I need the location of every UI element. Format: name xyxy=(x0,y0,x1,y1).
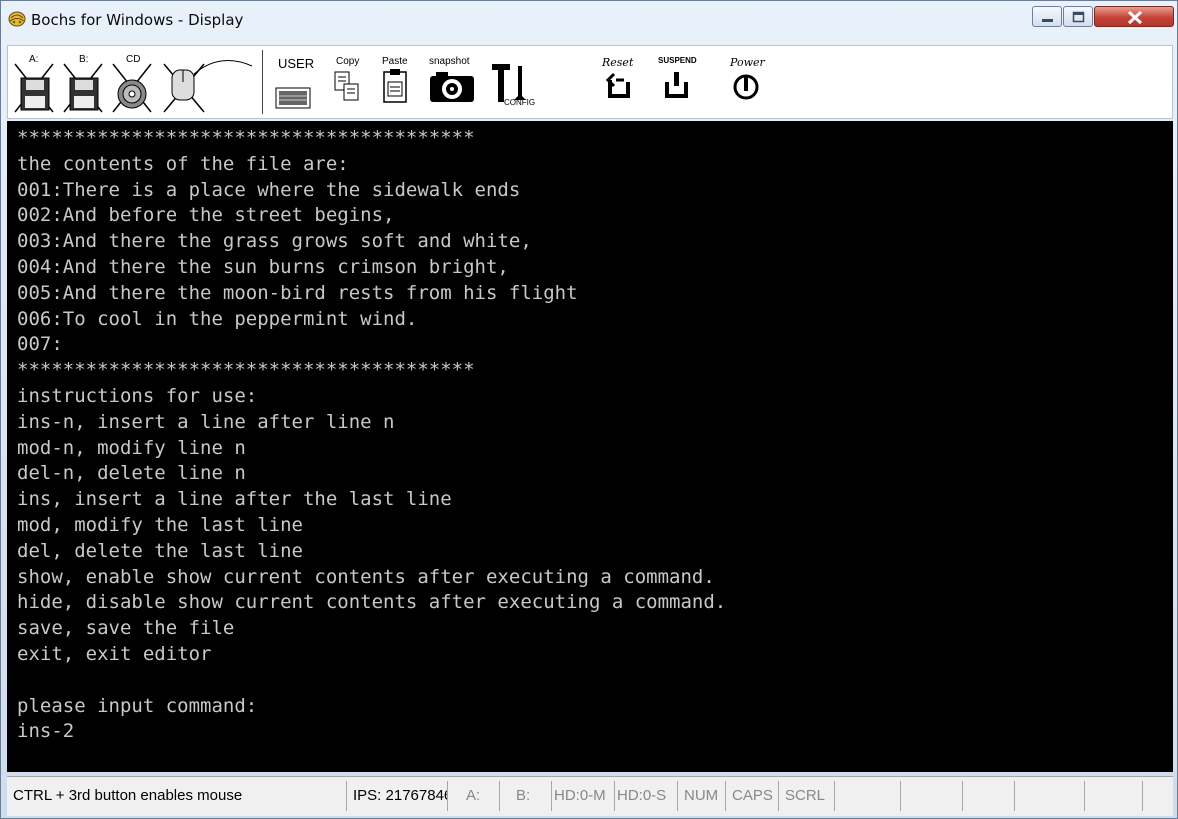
toolbar-separator xyxy=(262,50,263,114)
status-bar: CTRL + 3rd button enables mouse IPS: 217… xyxy=(7,776,1173,816)
bochs-window: Bochs for Windows - Display A: B: CD USE… xyxy=(0,0,1178,819)
status-floppy-a: A: xyxy=(448,781,500,811)
console-line: 003:And there the grass grows soft and w… xyxy=(17,230,532,253)
floppy-b-label: B: xyxy=(79,54,89,65)
console-line: 006:To cool in the peppermint wind. xyxy=(17,307,418,330)
status-empty-cell xyxy=(1015,781,1085,811)
power-icon xyxy=(733,74,759,100)
emulator-display[interactable]: ****************************************… xyxy=(7,121,1173,772)
status-mouse-hint: CTRL + 3rd button enables mouse xyxy=(7,781,347,811)
window-title: Bochs for Windows - Display xyxy=(31,11,244,29)
status-floppy-b: B: xyxy=(500,781,552,811)
floppy-a-button[interactable]: A: xyxy=(13,52,59,114)
console-line: 007: xyxy=(17,333,63,356)
status-empty-cell xyxy=(1085,781,1143,811)
status-empty-cell xyxy=(835,781,901,811)
console-line: del, delete the last line xyxy=(17,539,303,562)
console-line: ins, insert a line after the last line xyxy=(17,488,452,511)
keyboard-icon xyxy=(275,87,311,109)
console-line: please input command: xyxy=(17,694,258,717)
status-ips: IPS: 21767846 xyxy=(347,781,448,811)
status-caps-lock: CAPS xyxy=(726,781,779,811)
mouse-icon xyxy=(163,60,253,113)
console-line: ins-2 xyxy=(17,720,75,743)
config-label: CONFIG xyxy=(504,98,536,107)
copy-button[interactable]: Copy xyxy=(326,52,370,114)
console-line: exit, exit editor xyxy=(17,642,212,665)
mouse-button[interactable] xyxy=(160,52,256,114)
console-line: **************************************** xyxy=(17,127,475,149)
camera-icon xyxy=(430,72,474,102)
clipboard-icon xyxy=(383,69,407,103)
console-line: mod-n, modify line n xyxy=(17,436,246,459)
bochs-app-icon xyxy=(8,10,26,28)
floppy-a-label: A: xyxy=(29,54,39,65)
user-keyboard-button[interactable]: USER xyxy=(270,52,318,114)
reset-icon xyxy=(605,72,630,98)
status-hd0-slave: HD:0-S xyxy=(615,781,678,811)
minimize-button[interactable] xyxy=(1032,6,1062,27)
console-line: ins-n, insert a line after line n xyxy=(17,410,395,433)
status-hd0-master: HD:0-M xyxy=(552,781,615,811)
paste-button[interactable]: Paste xyxy=(376,52,420,114)
snapshot-button[interactable]: snapshot xyxy=(426,52,482,114)
title-bar[interactable]: Bochs for Windows - Display xyxy=(1,1,1177,41)
console-line: the contents of the file are: xyxy=(17,152,349,175)
config-button[interactable]: CONFIG xyxy=(486,52,538,114)
console-line: hide, disable show current contents afte… xyxy=(17,591,727,614)
close-button[interactable] xyxy=(1094,6,1174,27)
bochs-toolbar: A: B: CD USER Copy Paste snapshot CONFIG… xyxy=(7,45,1173,119)
status-num-lock: NUM xyxy=(678,781,726,811)
console-line: 004:And there the sun burns crimson brig… xyxy=(17,255,509,278)
console-line: mod, modify the last line xyxy=(17,513,303,536)
console-line: 005:And there the moon-bird rests from h… xyxy=(17,281,578,304)
console-line: show, enable show current contents after… xyxy=(17,565,715,588)
floppy-b-button[interactable]: B: xyxy=(62,52,108,114)
power-button[interactable]: Power xyxy=(726,52,776,114)
console-line: instructions for use: xyxy=(17,384,258,407)
cdrom-button[interactable]: CD xyxy=(111,52,157,114)
suspend-icon xyxy=(665,72,688,98)
copy-icon xyxy=(334,71,359,101)
status-scroll-lock: SCRL xyxy=(779,781,835,811)
suspend-button[interactable]: SUSPEND xyxy=(654,52,708,114)
maximize-button[interactable] xyxy=(1063,6,1093,27)
console-line: **************************************** xyxy=(17,359,475,382)
reset-button[interactable]: Reset xyxy=(598,52,648,114)
console-line: del-n, delete line n xyxy=(17,462,246,485)
console-line: save, save the file xyxy=(17,617,235,640)
console-line: 001:There is a place where the sidewalk … xyxy=(17,178,521,201)
console-line: 002:And before the street begins, xyxy=(17,204,395,227)
cdrom-label: CD xyxy=(126,54,141,65)
status-empty-cell xyxy=(901,781,963,811)
status-empty-cell xyxy=(963,781,1015,811)
